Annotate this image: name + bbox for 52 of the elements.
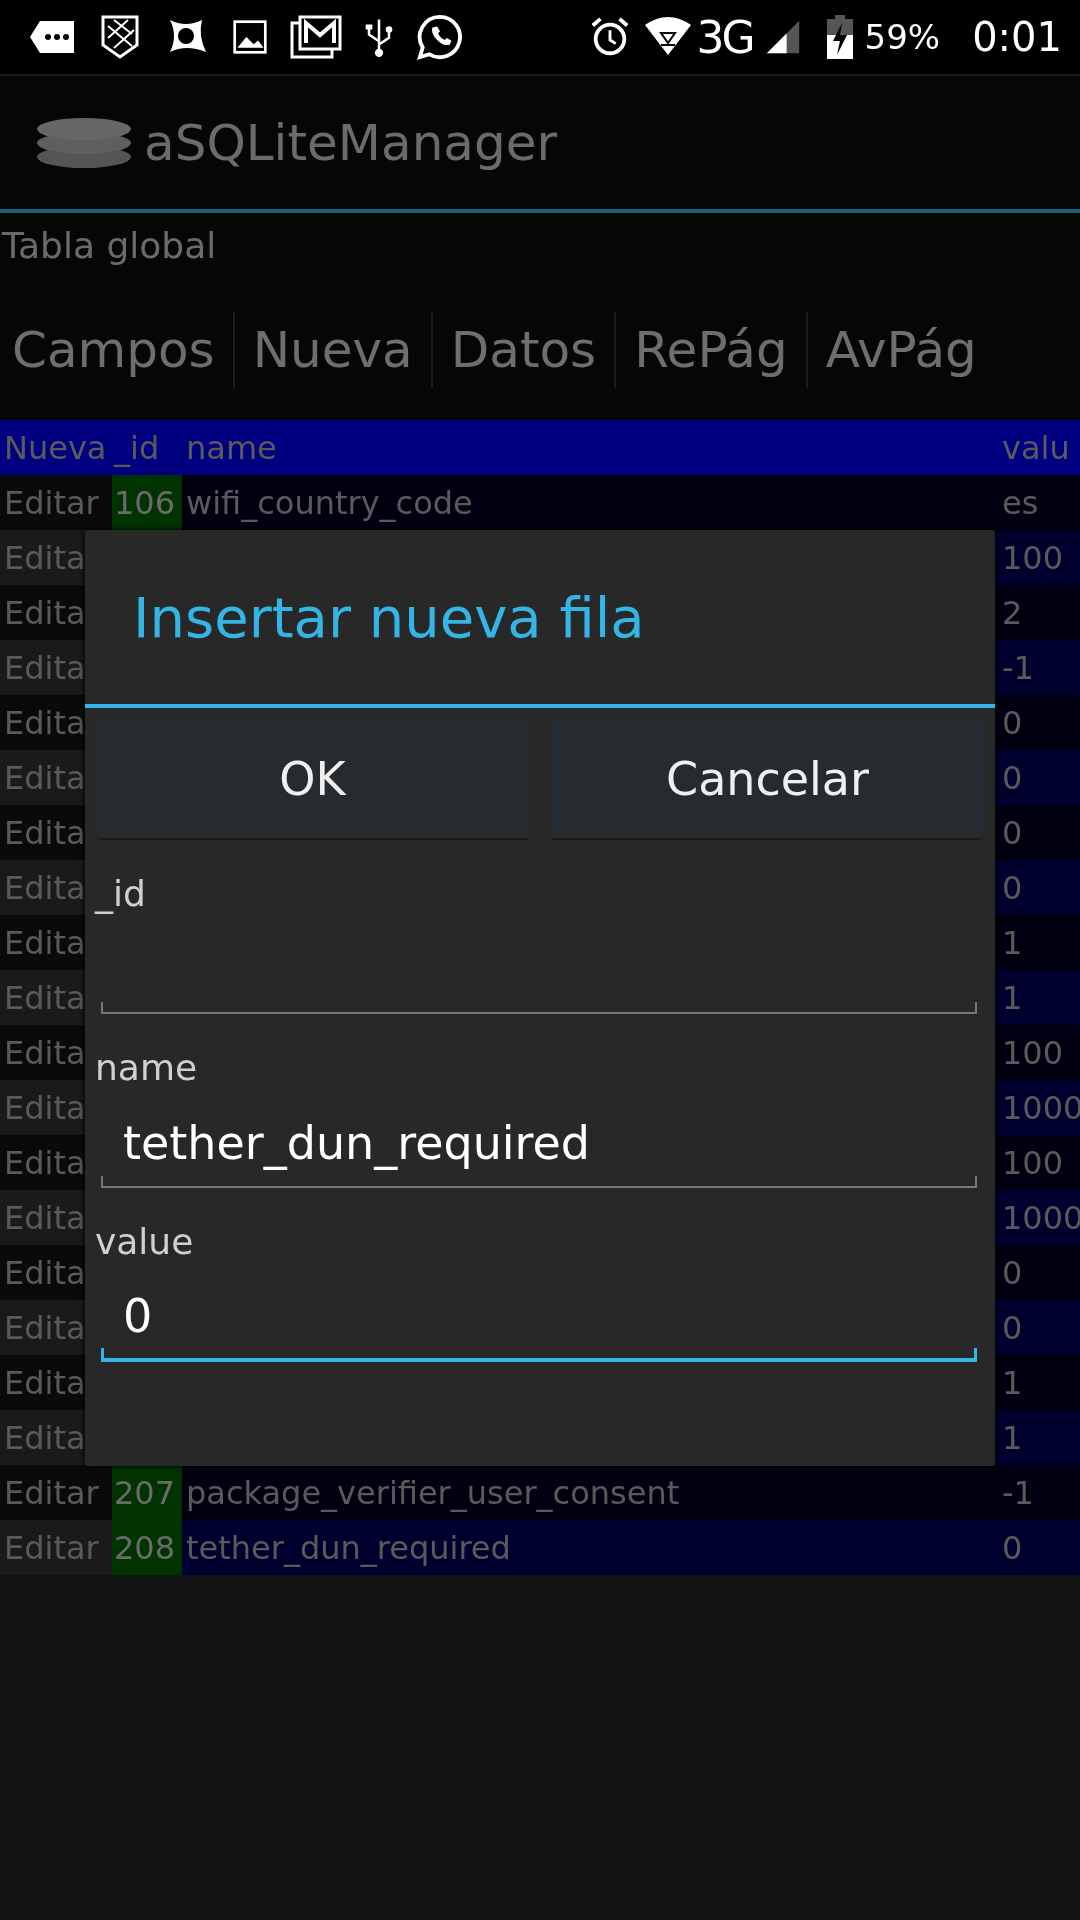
table-cell: 0 — [995, 860, 1080, 915]
table-cell: 0 — [995, 1520, 1080, 1575]
clock-time: 0:01 — [972, 14, 1062, 60]
table-cell: 1 — [995, 915, 1080, 970]
chat-phone-icon — [416, 13, 464, 61]
column-header: name — [185, 427, 278, 469]
tab[interactable]: Campos — [4, 312, 223, 388]
edit-link[interactable]: Editar — [0, 475, 112, 530]
wifi-icon — [642, 17, 693, 57]
edit-link[interactable]: Editar — [0, 1465, 112, 1520]
table-cell: 1 — [995, 1410, 1080, 1465]
dialog-button[interactable]: Cancelar — [552, 720, 983, 840]
table-cell: es — [995, 475, 1080, 530]
table-cell: 0 — [995, 1300, 1080, 1355]
table-cell: 2 — [995, 585, 1080, 640]
network-type: 3G — [696, 11, 753, 63]
shield-icon — [100, 14, 140, 60]
table-cell: wifi_country_code — [182, 475, 995, 530]
battery-icon — [826, 15, 853, 59]
column-header: valu — [1001, 427, 1071, 469]
table-cell: 1 — [995, 970, 1080, 1025]
table-cell: tether_dun_required — [182, 1520, 995, 1575]
app-title: aSQLiteManager — [144, 113, 557, 172]
table-cell: 0 — [995, 695, 1080, 750]
table-cell: 100 — [995, 1135, 1080, 1190]
edit-link[interactable]: Editar — [0, 1520, 112, 1575]
tab[interactable]: RePág — [626, 312, 796, 388]
table-cell: -1 — [995, 640, 1080, 695]
table-cell: 1 — [995, 1355, 1080, 1410]
tab[interactable]: Datos — [442, 312, 605, 388]
table-cell: 208 — [112, 1520, 182, 1575]
column-header: _id — [112, 427, 161, 469]
table-cell: 207 — [112, 1465, 182, 1520]
table-cell: -1 — [995, 1465, 1080, 1520]
image-icon — [232, 19, 268, 55]
column-header[interactable]: Nueva — [0, 420, 112, 475]
table-cell: 0 — [995, 805, 1080, 860]
tab[interactable]: AvPág — [817, 312, 985, 388]
table-title: Tabla global — [0, 213, 1080, 280]
table-cell: package_verifier_user_consent — [182, 1465, 995, 1520]
table-cell: 0 — [995, 1245, 1080, 1300]
tab[interactable]: Nueva — [244, 312, 421, 388]
table-cell: 100 — [995, 530, 1080, 585]
table-cell: 0 — [995, 750, 1080, 805]
dialog-button[interactable]: OK — [97, 720, 528, 840]
dialog-title: Insertar nueva fila — [132, 583, 646, 652]
mail-icon — [290, 15, 342, 59]
database-icon — [36, 116, 132, 169]
table-cell: 100 — [995, 1025, 1080, 1080]
signal-icon — [764, 19, 801, 55]
battery-percent: 59% — [864, 17, 941, 57]
table-cell: 106 — [112, 475, 182, 530]
